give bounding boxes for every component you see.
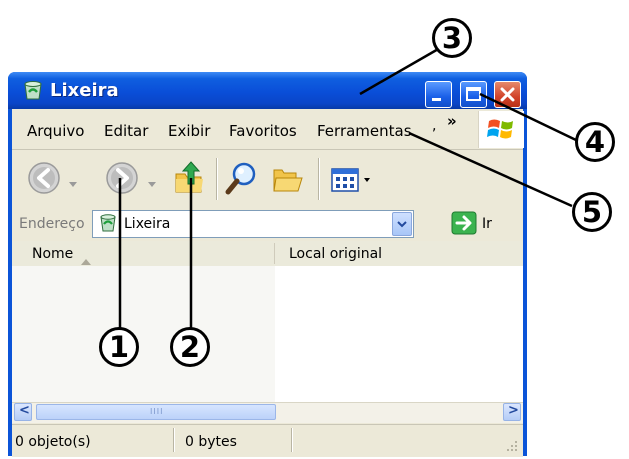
callout-3: 3: [432, 18, 472, 58]
callout-1: 1: [99, 327, 139, 367]
callout-leader-lines: [118, 46, 577, 330]
callout-5: 5: [572, 192, 612, 232]
callout-4: 4: [575, 122, 615, 162]
callout-2: 2: [170, 327, 210, 367]
